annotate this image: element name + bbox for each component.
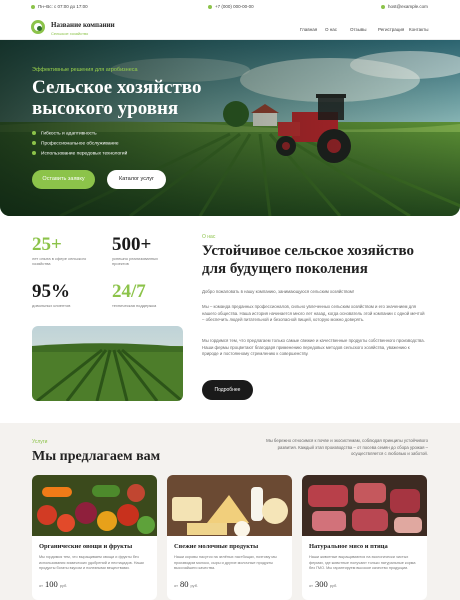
service-card[interactable]: Свежие молочные продукты Наши коровы пас… <box>167 475 292 600</box>
brand-name[interactable]: Название компании <box>51 21 115 29</box>
nav-reviews[interactable]: Отзывы <box>350 27 366 32</box>
card-price: от 80 руб. <box>174 579 199 589</box>
hero-title: Сельское хозяйство высокого уровня <box>32 77 202 119</box>
service-card[interactable]: Натуральное мясо и птица Наши животные в… <box>302 475 427 600</box>
stat-value-support: 24/7 <box>112 281 146 302</box>
stat-value-clients: 95% <box>32 281 70 302</box>
field-photo <box>32 326 183 401</box>
services-intro: Мы бережно относимся к почве и экосистем… <box>266 438 428 456</box>
meat-photo <box>302 475 427 536</box>
about-eyebrow: О нас <box>202 234 216 240</box>
dairy-photo <box>167 475 292 536</box>
about-paragraph: Мы гордимся тем, что предлагаем только с… <box>202 338 425 356</box>
card-description: Наши коровы пасутся на зелёных пастбищах… <box>174 555 277 570</box>
card-description: Мы гордимся тем, что выращиваем овощи и … <box>39 555 144 570</box>
clock-icon <box>31 4 35 9</box>
email-link[interactable]: host@example.com <box>381 4 428 9</box>
stat-label-support: техническая поддержка <box>112 303 157 308</box>
catalog-button[interactable]: Каталог услуг <box>107 170 166 189</box>
card-title: Свежие молочные продукты <box>174 543 259 550</box>
stat-value-projects: 500+ <box>112 234 152 255</box>
stat-label-clients: довольных клиентов <box>32 303 71 308</box>
nav-home[interactable]: Главная <box>300 27 317 32</box>
card-title: Натуральное мясо и птица <box>309 543 388 550</box>
hero-eyebrow: Эффективные решения для агробизнеса <box>32 67 138 73</box>
hero-feature: Гибкость и адаптивность <box>32 131 127 141</box>
nav-about[interactable]: О нас <box>325 27 337 32</box>
stat-label-years: лет опыта в сфере сельского хозяйства <box>32 256 87 266</box>
mail-icon <box>381 4 385 9</box>
service-card[interactable]: Органические овощи и фрукты Мы гордимся … <box>32 475 157 600</box>
site-header: Название компании Сельское хозяйство Пн–… <box>0 0 460 40</box>
logo-icon[interactable] <box>31 20 45 34</box>
card-description: Наши животные выращиваются на экологичес… <box>309 555 416 570</box>
phone-link[interactable]: +7 (000) 000-00-00 <box>208 4 254 9</box>
card-title: Органические овощи и фрукты <box>39 543 133 550</box>
request-button[interactable]: Оставить заявку <box>32 170 95 189</box>
stat-value-years: 25+ <box>32 234 62 255</box>
brand-tagline: Сельское хозяйство <box>51 31 89 36</box>
nav-contacts[interactable]: Контакты <box>409 27 428 32</box>
card-price: от 300 руб. <box>309 579 338 589</box>
stat-label-projects: успешно реализованных проектов <box>112 256 158 266</box>
card-price: от 100 руб. <box>39 579 68 589</box>
hero-feature-list: Гибкость и адаптивность Профессиональное… <box>32 131 127 161</box>
vegetables-photo <box>32 475 157 536</box>
services-section: Услуги Мы предлагаем вам Мы бережно отно… <box>0 423 460 600</box>
services-title: Мы предлагаем вам <box>32 449 161 464</box>
about-paragraph: Мы – команда преданных профессионалов, с… <box>202 304 425 322</box>
working-hours: Пн–Вс: с 07:00 до 17:00 <box>31 4 88 9</box>
hero-section: Эффективные решения для агробизнеса Сель… <box>0 40 460 216</box>
services-eyebrow: Услуги <box>32 439 48 445</box>
nav-registration[interactable]: Регистрация <box>378 27 404 32</box>
hero-feature: Профессиональное обслуживание <box>32 141 127 151</box>
phone-icon <box>208 4 212 9</box>
hero-feature: Использование передовых технологий <box>32 151 127 161</box>
more-button[interactable]: Подробнее <box>202 380 253 400</box>
about-paragraph: Добро пожаловать в нашу компанию, занима… <box>202 289 355 294</box>
about-title: Устойчивое сельское хозяйство для будуще… <box>202 243 414 277</box>
